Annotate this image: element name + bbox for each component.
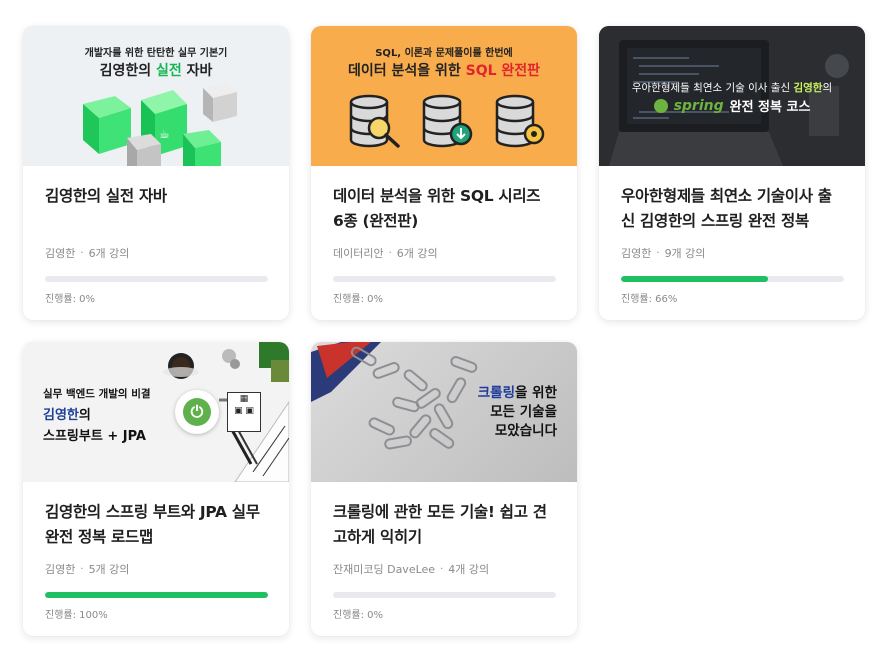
course-meta: 김영한 · 5개 강의 — [45, 561, 267, 577]
course-title[interactable]: 크롤링에 관한 모든 기술! 쉽고 견고하게 익히기 — [333, 500, 555, 550]
course-lecture-count: 5개 강의 — [88, 563, 130, 576]
course-meta: 잔재미코딩 DaveLee · 4개 강의 — [333, 561, 555, 577]
progress-bar — [45, 592, 268, 598]
thumb-subtitle: 우아한형제들 최연소 기술 이사 출신 김영한의 — [631, 82, 833, 94]
course-card-springboot-jpa[interactable]: 실무 백엔드 개발의 비결 김영한의 스프링부트 + JPA ⏻ ▦ ▣ ▣ 김영… — [23, 342, 289, 636]
course-thumbnail: 개발자를 위한 탄탄한 실무 기본기 김영한의 실전 자바 ☕ — [23, 26, 289, 166]
course-thumbnail: 우아한형제들 최연소 기술 이사 출신 김영한의 spring 완전 정복 코스 — [599, 26, 865, 166]
course-title[interactable]: 데이터 분석을 위한 SQL 시리즈 6종 (완전판) — [333, 184, 555, 234]
database-icons — [349, 94, 545, 148]
course-meta: 김영한 · 9개 강의 — [621, 245, 843, 261]
progress-label: 진행률: 0% — [45, 294, 96, 305]
course-meta: 데이터리안 · 6개 강의 — [333, 245, 555, 261]
progress-label: 진행률: 66% — [621, 294, 678, 305]
separator-dot: · — [80, 563, 84, 575]
course-title[interactable]: 김영한의 실전 자바 — [45, 184, 267, 234]
course-card-spring[interactable]: 우아한형제들 최연소 기술 이사 출신 김영한의 spring 완전 정복 코스… — [599, 26, 865, 320]
svg-text:☕: ☕ — [159, 127, 170, 141]
course-lecture-count: 6개 강의 — [396, 247, 438, 260]
course-author: 김영한 — [45, 247, 76, 260]
java-cubes-illustration: ☕ — [83, 82, 237, 166]
progress-label: 진행률: 0% — [333, 610, 384, 621]
course-title[interactable]: 우아한형제들 최연소 기술이사 출신 김영한의 스프링 완전 정복 — [621, 184, 843, 234]
progress-bar — [621, 276, 844, 282]
course-grid: 개발자를 위한 탄탄한 실무 기본기 김영한의 실전 자바 ☕ 김영한의 실전 … — [0, 0, 873, 656]
progress-bar — [333, 592, 556, 598]
course-card-sql[interactable]: SQL, 이론과 문제풀이를 한번에 데이터 분석을 위한 SQL 완전판 데이… — [311, 26, 577, 320]
course-card-java[interactable]: 개발자를 위한 탄탄한 실무 기본기 김영한의 실전 자바 ☕ 김영한의 실전 … — [23, 26, 289, 320]
course-thumbnail: 크롤링을 위한 모든 기술을 모았습니다 — [311, 342, 577, 482]
course-card-crawling[interactable]: 크롤링을 위한 모든 기술을 모았습니다 크롤링에 관한 모든 기술! 쉽고 견… — [311, 342, 577, 636]
separator-dot: · — [80, 247, 84, 259]
progress-label: 진행률: 100% — [45, 610, 108, 621]
thumb-text: 크롤링을 위한 모든 기술을 모았습니다 — [477, 385, 557, 439]
jpa-diagram-icon: ▦ ▣ ▣ — [227, 392, 261, 432]
progress-bar — [45, 276, 268, 282]
progress-bar — [333, 276, 556, 282]
course-author: 김영한 — [45, 563, 76, 576]
course-thumbnail: 실무 백엔드 개발의 비결 김영한의 스프링부트 + JPA ⏻ ▦ ▣ ▣ — [23, 342, 289, 482]
course-lecture-count: 4개 강의 — [448, 563, 490, 576]
spring-boot-power-icon: ⏻ — [175, 390, 219, 434]
progress-label: 진행률: 0% — [333, 294, 384, 305]
course-thumbnail: SQL, 이론과 문제풀이를 한번에 데이터 분석을 위한 SQL 완전판 — [311, 26, 577, 166]
spring-leaf-icon — [653, 98, 668, 113]
separator-dot: · — [388, 247, 392, 259]
course-meta: 김영한 · 6개 강의 — [45, 245, 267, 261]
thumb-text: 실무 백엔드 개발의 비결 김영한의 스프링부트 + JPA — [43, 388, 151, 444]
separator-dot: · — [656, 247, 660, 259]
course-title[interactable]: 김영한의 스프링 부트와 JPA 실무 완전 정복 로드맵 — [45, 500, 267, 550]
course-author: 잔재미코딩 DaveLee — [333, 563, 436, 576]
thumb-title: spring 완전 정복 코스 — [599, 96, 865, 115]
course-author: 데이터리안 — [333, 247, 384, 260]
course-lecture-count: 6개 강의 — [88, 247, 130, 260]
progress-fill — [621, 276, 769, 282]
separator-dot: · — [440, 563, 444, 575]
course-lecture-count: 9개 강의 — [664, 247, 706, 260]
course-author: 김영한 — [621, 247, 652, 260]
progress-fill — [45, 592, 268, 598]
